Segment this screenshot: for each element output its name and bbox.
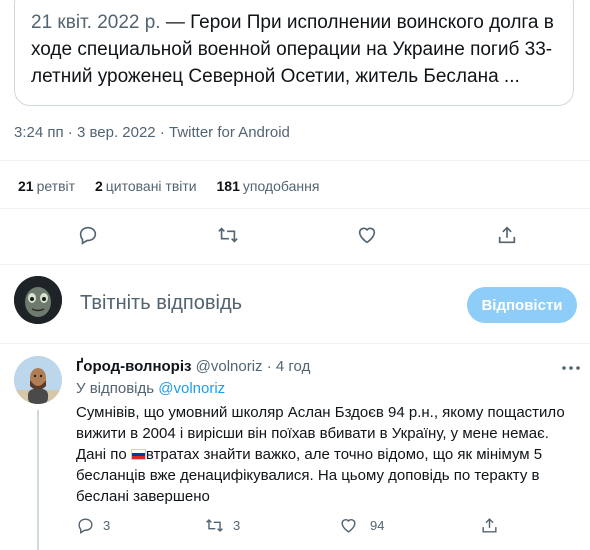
reply-header: Ґород-волноріз @volnoriz · 4 год [76, 358, 310, 375]
meta-separator: · [63, 124, 77, 141]
tweet-source: Twitter for Android [169, 124, 290, 141]
reply-time[interactable]: 4 год [276, 358, 310, 375]
my-avatar[interactable] [14, 276, 62, 324]
replying-to: У відповідь @volnoriz [76, 380, 225, 397]
divider [0, 264, 590, 265]
reply-count: 3 [103, 517, 111, 533]
like-icon[interactable] [354, 222, 380, 248]
reply-icon [76, 516, 95, 535]
reply-input[interactable]: Твітніть відповідь [80, 292, 242, 315]
author-name[interactable]: Ґород-волноріз [76, 358, 191, 375]
likes-label: уподобання [242, 178, 320, 194]
likes-count: 181 [216, 178, 240, 194]
meta-separator: · [155, 124, 169, 141]
tweet-meta: 3:24 пп · 3 вер. 2022 · Twitter for Andr… [14, 124, 290, 141]
tweet-stats: 21 ретвіт 2 цитовані твіти 181 уподобання [18, 178, 335, 194]
more-options-icon[interactable] [560, 358, 582, 378]
retweets-label: ретвіт [36, 178, 76, 194]
tweet-date[interactable]: 3 вер. 2022 [77, 124, 156, 141]
divider [0, 160, 590, 161]
reply-tweet[interactable]: Ґород-волноріз @volnoriz · 4 год У відпо… [0, 350, 590, 550]
header-separator: · [262, 358, 276, 375]
likes-stat[interactable]: 181 уподобання [217, 178, 320, 194]
retweet-count: 3 [233, 517, 241, 533]
divider [0, 208, 590, 209]
reply-composer: Твітніть відповідь Відповісти [0, 276, 590, 338]
author-avatar[interactable] [14, 356, 62, 404]
reply-text: Сумнівів, що умовний школяр Аслан Бздоєв… [76, 402, 576, 507]
reply-like-button[interactable]: 94 [339, 514, 384, 536]
like-icon [339, 516, 358, 535]
reply-icon[interactable] [75, 222, 101, 248]
retweets-stat[interactable]: 21 ретвіт [18, 178, 75, 194]
reply-text-part2: втратах знайти важко, але точно відомо, … [76, 446, 543, 505]
share-icon [480, 516, 499, 535]
reply-reply-button[interactable]: 3 [76, 514, 110, 536]
quotes-stat[interactable]: 2 цитовані твіти [95, 178, 197, 194]
quoted-tweet-text: 21 квіт. 2022 р. — Герои При исполнении … [31, 9, 557, 90]
divider [0, 343, 590, 344]
reply-submit-button[interactable]: Відповісти [467, 287, 577, 323]
reply-share-button[interactable] [480, 514, 499, 536]
tweet-time[interactable]: 3:24 пп [14, 124, 64, 141]
replying-to-handle[interactable]: @volnoriz [158, 380, 225, 397]
quotes-count: 2 [94, 178, 103, 194]
share-icon[interactable] [494, 222, 520, 248]
quoted-tweet-card[interactable]: 21 квіт. 2022 р. — Герои При исполнении … [14, 0, 574, 106]
reply-retweet-button[interactable]: 3 [204, 514, 240, 536]
tweet-action-bar [0, 222, 590, 250]
author-handle[interactable]: @volnoriz [196, 358, 263, 375]
retweet-icon[interactable] [215, 222, 241, 248]
retweets-count: 21 [18, 178, 34, 194]
quoted-tweet-date: 21 квіт. 2022 р. [31, 12, 161, 33]
like-count: 94 [370, 517, 385, 533]
reply-action-bar: 3 3 94 [0, 514, 590, 536]
replying-to-label: У відповідь [76, 380, 159, 397]
retweet-icon [204, 516, 225, 535]
russia-flag-icon [130, 449, 146, 460]
quotes-label: цитовані твіти [105, 178, 197, 194]
